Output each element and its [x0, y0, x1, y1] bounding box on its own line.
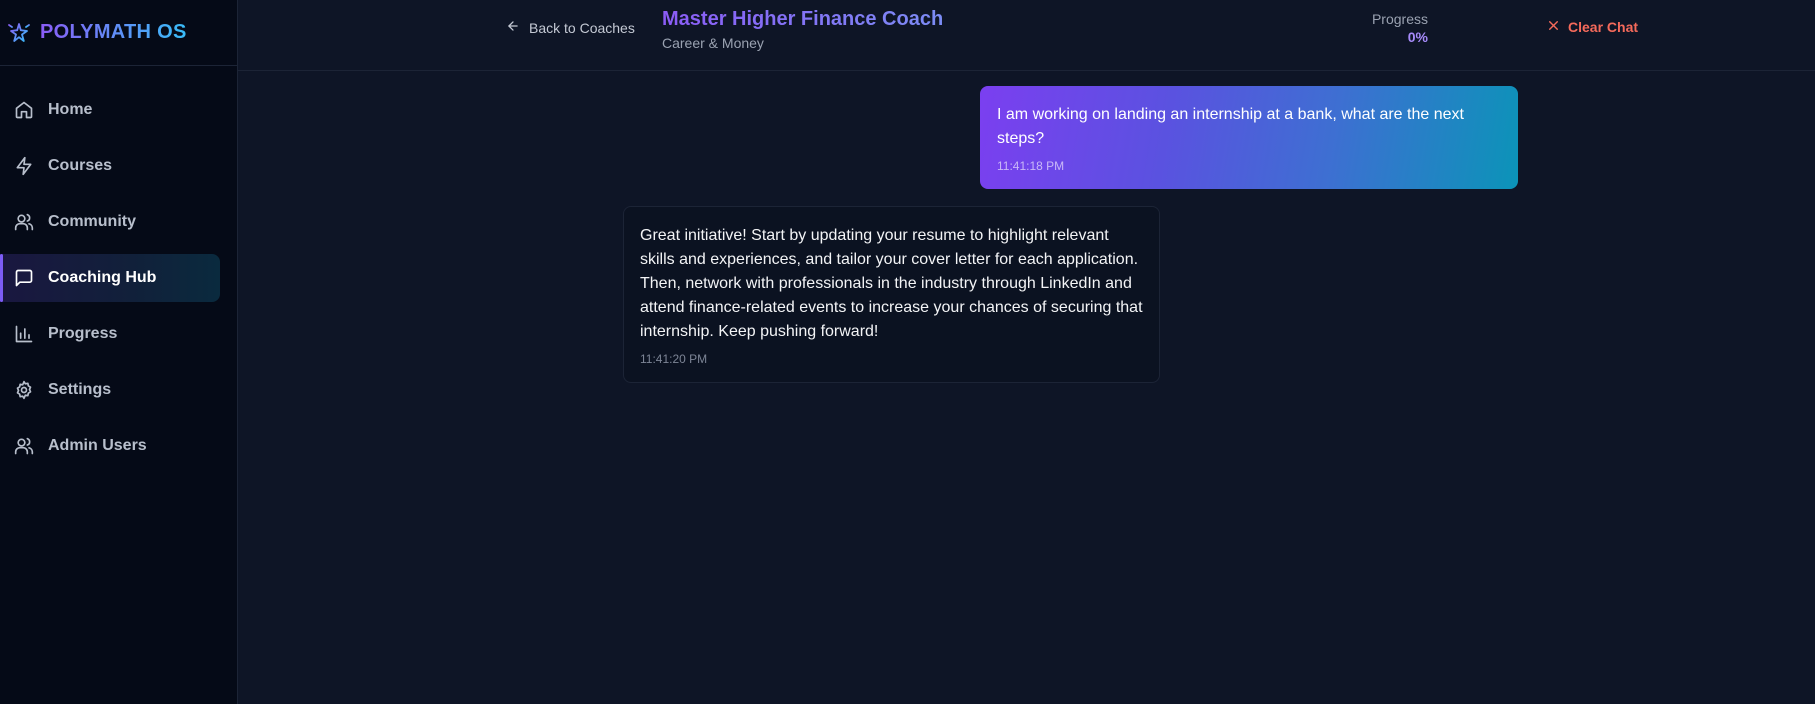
coach-name: Master Higher Finance Coach [662, 8, 944, 30]
lightning-icon [14, 156, 34, 176]
chat-bubble-icon [14, 268, 34, 288]
bar-chart-icon [14, 324, 34, 344]
sidebar-item-progress[interactable]: Progress [0, 310, 220, 358]
coach-category: Career & Money [662, 35, 764, 51]
clear-chat-label: Clear Chat [1568, 19, 1639, 35]
sidebar-item-coaching-hub[interactable]: Coaching Hub [0, 254, 220, 302]
brand-name: POLYMATH OS [40, 21, 187, 43]
app-root: POLYMATH OS Home Courses Community Coach… [0, 0, 1815, 704]
progress-label: Progress [1371, 11, 1428, 27]
sidebar-item-label: Settings [48, 381, 112, 398]
back-to-coaches-button[interactable]: Back to Coaches [506, 19, 635, 36]
user-message: I am working on landing an internship at… [980, 86, 1518, 189]
users-icon [14, 436, 34, 456]
gear-icon [14, 380, 34, 400]
brand[interactable]: POLYMATH OS [0, 0, 237, 66]
progress-value: 0% [1407, 29, 1428, 45]
sidebar-item-community[interactable]: Community [0, 198, 220, 246]
sidebar: POLYMATH OS Home Courses Community Coach… [0, 0, 238, 704]
sparkle-star-icon [6, 20, 32, 46]
sidebar-item-label: Home [48, 101, 93, 118]
sidebar-item-label: Admin Users [48, 437, 147, 454]
close-icon [1547, 19, 1560, 35]
clear-chat-button[interactable]: Clear Chat [1547, 19, 1638, 35]
chat-header: Back to Coaches Master Higher Finance Co… [238, 0, 1815, 71]
sidebar-item-courses[interactable]: Courses [0, 142, 220, 190]
sidebar-item-admin-users[interactable]: Admin Users [0, 422, 220, 470]
sidebar-item-label: Progress [48, 325, 118, 342]
sidebar-item-label: Courses [48, 157, 113, 174]
sidebar-nav: Home Courses Community Coaching Hub Prog… [0, 66, 237, 470]
sidebar-item-home[interactable]: Home [0, 86, 220, 134]
back-label: Back to Coaches [529, 19, 635, 36]
users-icon [14, 212, 34, 232]
sidebar-item-label: Coaching Hub [48, 269, 157, 286]
sidebar-item-label: Community [48, 213, 136, 230]
coach-message: Great initiative! Start by updating your… [623, 206, 1160, 383]
progress-indicator: Progress 0% [1348, 11, 1428, 45]
chat-main: Back to Coaches Master Higher Finance Co… [238, 0, 1815, 704]
sidebar-item-settings[interactable]: Settings [0, 366, 220, 414]
message-text: I am working on landing an internship at… [997, 106, 1464, 147]
arrow-left-icon [506, 19, 520, 36]
message-timestamp: 11:41:18 PM [997, 159, 1065, 173]
message-timestamp: 11:41:20 PM [640, 352, 708, 366]
message-text: Great initiative! Start by updating your… [640, 227, 1143, 340]
home-icon [14, 100, 34, 120]
